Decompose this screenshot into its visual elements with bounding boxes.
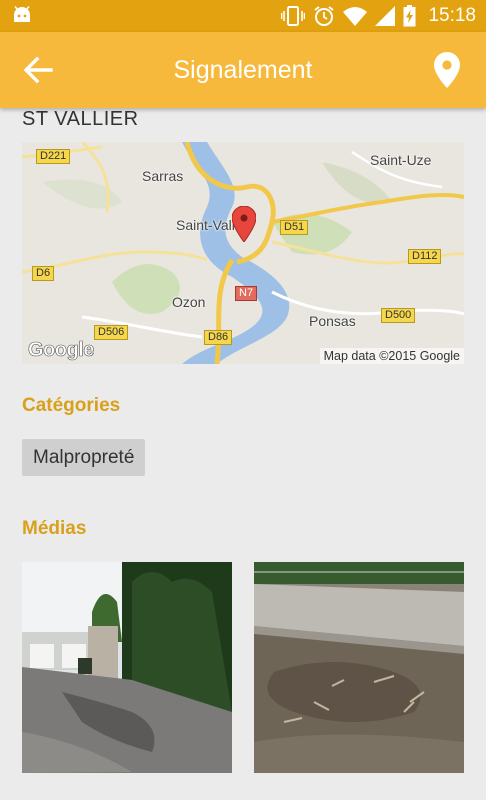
page-title: Signalement [173, 56, 313, 84]
google-logo: Google [28, 339, 95, 362]
status-bar: 15:18 [0, 0, 486, 32]
map-marker-icon[interactable] [232, 206, 256, 242]
road-label: D86 [204, 330, 233, 345]
road-label: D500 [381, 308, 416, 323]
map-credit: Map data ©2015 Google [319, 348, 464, 364]
road-label: D506 [94, 325, 129, 340]
vibrate-icon [281, 6, 306, 26]
road-label: N7 [235, 286, 258, 301]
location-map[interactable]: D221 D51 D6 D112 N7 D506 D86 D500 Sarras… [22, 142, 464, 364]
android-icon [14, 6, 30, 22]
town-label: Ponsas [309, 313, 356, 329]
categories-title: Catégories [22, 395, 121, 416]
signal-icon [375, 6, 396, 26]
road-label: D6 [32, 266, 55, 281]
road-label: D221 [36, 149, 71, 164]
media-title: Médias [22, 518, 87, 539]
media-photo-alley[interactable] [22, 562, 232, 773]
alarm-icon [314, 6, 335, 26]
report-content: ST VALLIER D221 D51 D6 D112 N7 D506 D86 … [0, 108, 486, 800]
category-chip: Malpropreté [22, 439, 146, 476]
wifi-icon [343, 7, 368, 26]
town-label: Sarras [142, 168, 184, 184]
status-time: 15:18 [428, 5, 476, 26]
location-pin-icon[interactable] [434, 52, 460, 88]
battery-charging-icon [403, 5, 416, 27]
app-bar: Signalement [0, 32, 486, 108]
road-label: D112 [408, 249, 442, 264]
map-background [22, 142, 464, 364]
media-photo-wall-dirt[interactable] [254, 562, 464, 773]
report-city: ST VALLIER [22, 108, 139, 130]
town-label: Saint-Uze [370, 152, 432, 168]
town-label: Ozon [172, 294, 206, 310]
road-label: D51 [280, 220, 309, 235]
